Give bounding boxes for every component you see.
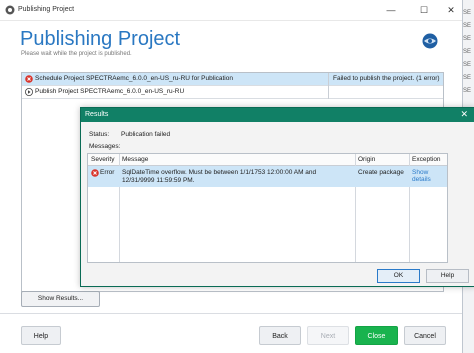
- background-text: SE: [463, 49, 472, 55]
- column-divider: [328, 73, 329, 99]
- dialog-title: Results: [85, 111, 109, 118]
- globe-logo-icon: [422, 33, 438, 49]
- dialog-help-button[interactable]: Help: [426, 269, 469, 283]
- next-button[interactable]: Next: [307, 326, 349, 345]
- window-close-button[interactable]: ✕: [440, 3, 462, 17]
- origin-text: Create package: [358, 169, 404, 176]
- background-text: SE: [463, 10, 472, 16]
- background-text: SE: [463, 23, 472, 29]
- back-button[interactable]: Back: [259, 326, 301, 345]
- status-value: Publication failed: [121, 131, 171, 138]
- messages-table: Severity Message Origin Exception Error …: [87, 153, 448, 263]
- severity-text: Error: [100, 169, 115, 176]
- play-icon: [25, 88, 33, 96]
- background-text: SE: [463, 88, 472, 94]
- table-header: Severity Message Origin Exception: [88, 154, 447, 166]
- error-icon: [25, 75, 33, 83]
- messages-label: Messages:: [89, 143, 121, 150]
- message-text: SqlDateTime overflow. Must be between 1/…: [122, 169, 317, 184]
- minimize-button[interactable]: —: [380, 3, 402, 17]
- task-label: Schedule Project SPECTRAemc_6.0.0_en-US_…: [35, 75, 233, 82]
- background-text: SE: [463, 75, 472, 81]
- column-header-message[interactable]: Message: [122, 156, 148, 163]
- help-button[interactable]: Help: [21, 326, 61, 345]
- footer-divider: [0, 313, 462, 314]
- column-header-origin[interactable]: Origin: [358, 156, 375, 163]
- close-button[interactable]: Close: [355, 326, 398, 345]
- show-results-button[interactable]: Show Results...: [21, 291, 100, 307]
- status-label: Status:: [89, 131, 110, 138]
- maximize-button[interactable]: ☐: [413, 3, 435, 17]
- task-status: Failed to publish the project. (1 error): [333, 75, 440, 82]
- window-titlebar: Publishing Project — ☐ ✕: [0, 0, 462, 21]
- column-header-exception[interactable]: Exception: [412, 156, 441, 163]
- dialog-titlebar: Results ✕: [81, 108, 474, 122]
- ok-button[interactable]: OK: [377, 269, 420, 283]
- task-row[interactable]: Schedule Project SPECTRAemc_6.0.0_en-US_…: [22, 73, 443, 86]
- table-row[interactable]: Error SqlDateTime overflow. Must be betw…: [88, 166, 447, 187]
- window-title: Publishing Project: [18, 6, 75, 13]
- error-icon: [91, 169, 99, 177]
- task-label: Publish Project SPECTRAemc_6.0.0_en-US_r…: [35, 88, 185, 95]
- background-text: SE: [463, 62, 472, 68]
- background-text: SE: [463, 36, 472, 42]
- page-subtitle: Please wait while the project is publish…: [21, 51, 132, 57]
- results-dialog: Results ✕ Status: Publication failed Mes…: [80, 107, 474, 287]
- page-title: Publishing Project: [20, 28, 181, 50]
- column-header-severity[interactable]: Severity: [91, 156, 114, 163]
- dialog-close-button[interactable]: ✕: [460, 109, 468, 120]
- task-row[interactable]: Publish Project SPECTRAemc_6.0.0_en-US_r…: [22, 86, 443, 99]
- app-icon: [5, 5, 15, 15]
- cancel-button[interactable]: Cancel: [404, 326, 446, 345]
- show-details-link[interactable]: Show details: [412, 169, 447, 183]
